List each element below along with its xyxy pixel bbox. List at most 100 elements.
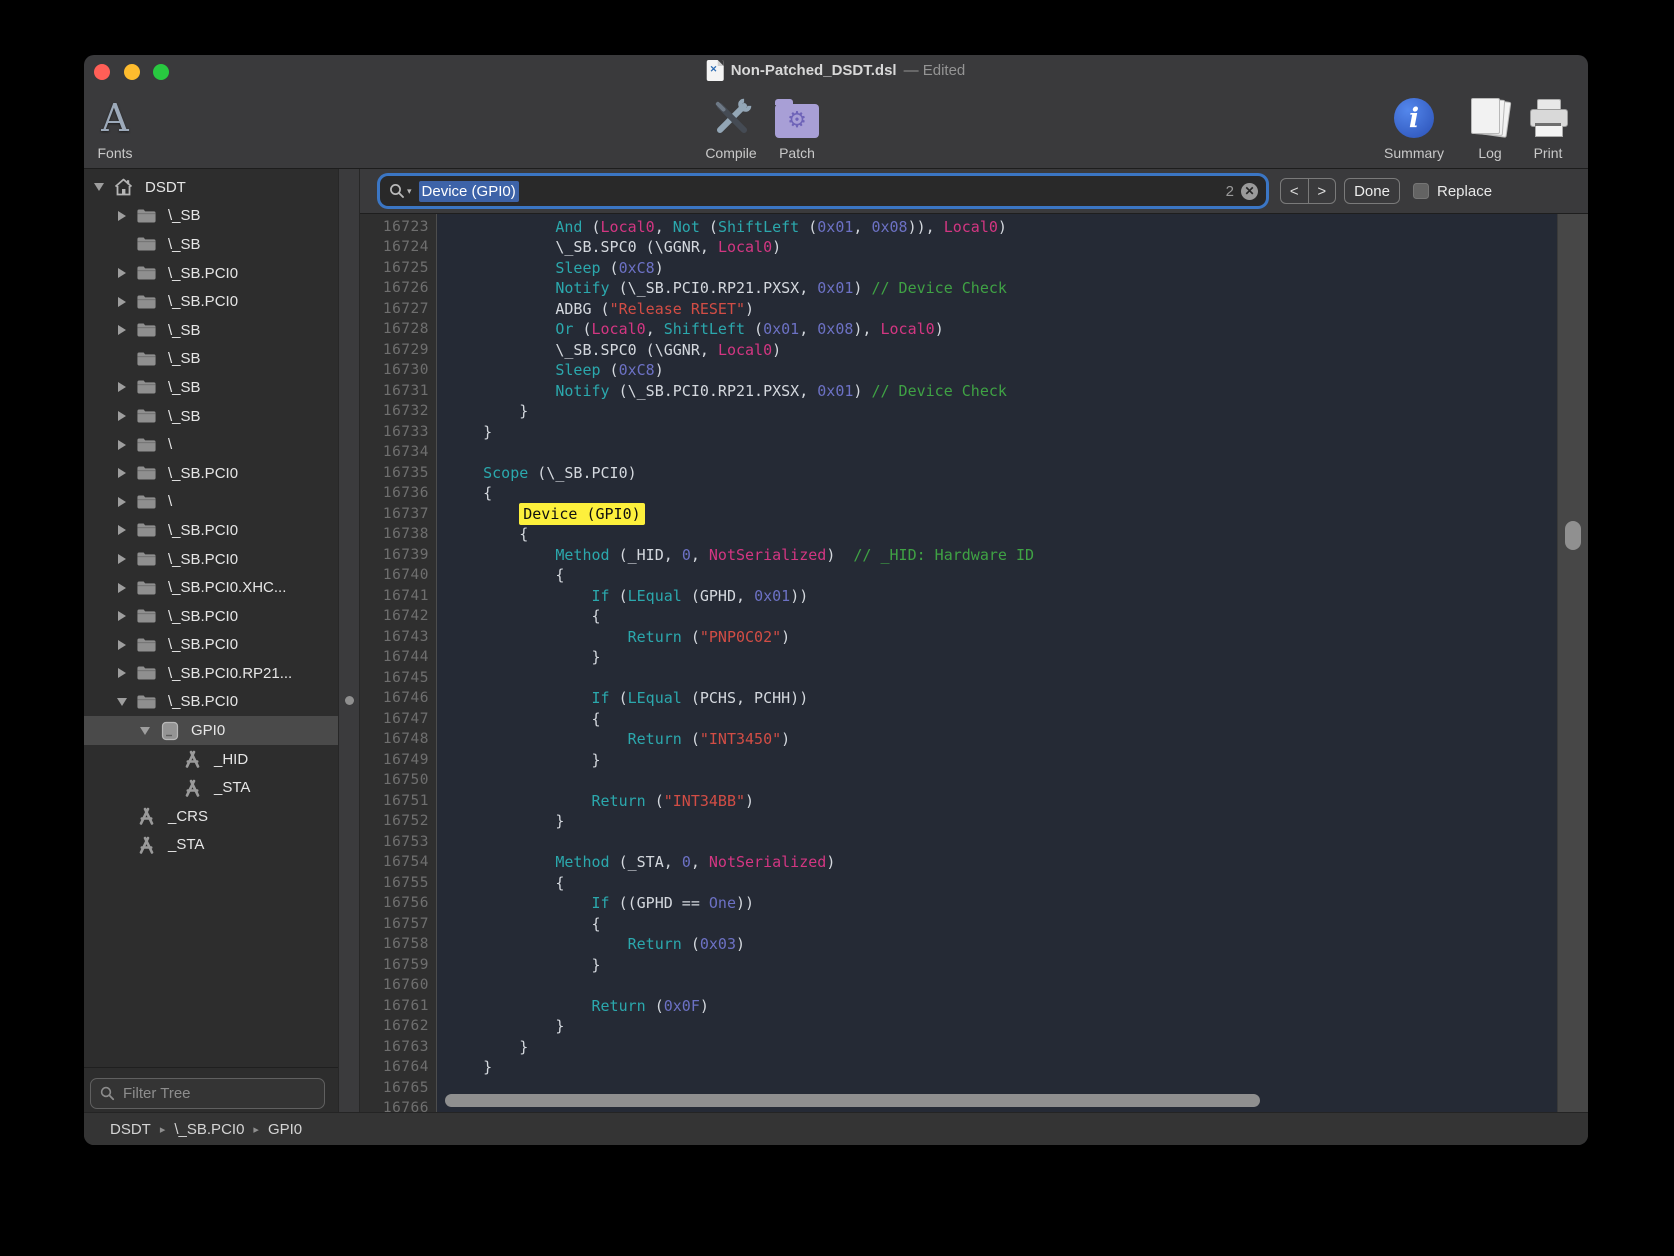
search-scope-chevron-icon[interactable]: ▾ xyxy=(407,186,412,197)
disclosure-triangle[interactable] xyxy=(114,440,130,450)
tree-item-_SBPCI0[interactable]: \_SB.PCI0 xyxy=(84,545,338,574)
patch-label: Patch xyxy=(779,145,815,161)
disclosure-triangle[interactable] xyxy=(114,411,130,421)
disclosure-triangle[interactable] xyxy=(114,497,130,507)
tree-item-_SBPCI0[interactable]: \_SB.PCI0 xyxy=(84,259,338,288)
tree-item-_SB[interactable]: \_SB xyxy=(84,402,338,431)
line-number: 16737 xyxy=(360,504,429,525)
tree-item-_STA[interactable]: _STA xyxy=(84,831,338,860)
disclosure-triangle[interactable] xyxy=(114,668,130,678)
tree-item-label: \_SB.PCI0 xyxy=(168,265,238,282)
tree-item-label: _STA xyxy=(168,836,204,853)
code-line: } xyxy=(447,750,1557,771)
breadcrumb-item[interactable]: DSDT xyxy=(110,1121,151,1138)
line-number: 16766 xyxy=(360,1098,429,1112)
tree-item-_SB[interactable]: \_SB xyxy=(84,373,338,402)
line-number: 16736 xyxy=(360,483,429,504)
code-editor[interactable]: And (Local0, Not (ShiftLeft (0x01, 0x08)… xyxy=(437,214,1557,1112)
disclosure-triangle[interactable] xyxy=(114,583,130,593)
summary-label: Summary xyxy=(1384,145,1444,161)
disclosure-triangle[interactable] xyxy=(114,268,130,278)
tree-item-label: GPI0 xyxy=(191,722,225,739)
find-previous-button[interactable]: < xyxy=(1281,179,1309,203)
tree-item-_SBPCI0[interactable]: \_SB.PCI0 xyxy=(84,459,338,488)
code-line: Method (_STA, 0, NotSerialized) xyxy=(447,852,1557,873)
line-number: 16730 xyxy=(360,360,429,381)
tree-item-DSDT[interactable]: DSDT xyxy=(84,173,338,202)
disclosure-triangle[interactable] xyxy=(114,698,130,706)
filter-tree-input[interactable]: Filter Tree xyxy=(90,1078,325,1109)
line-number: 16725 xyxy=(360,258,429,279)
tree-item-_SB[interactable]: \_SB xyxy=(84,316,338,345)
tree-item-[interactable]: \ xyxy=(84,430,338,459)
code-line: Scope (\_SB.PCI0) xyxy=(447,463,1557,484)
horizontal-scrollbar-thumb[interactable] xyxy=(445,1094,1260,1107)
code-line: Return ("PNP0C02") xyxy=(447,627,1557,648)
disclosure-triangle[interactable] xyxy=(114,611,130,621)
line-number: 16726 xyxy=(360,278,429,299)
search-match-highlight: Device (GPI0) xyxy=(519,503,644,525)
disclosure-triangle[interactable] xyxy=(114,297,130,307)
disclosure-triangle[interactable] xyxy=(114,382,130,392)
done-button[interactable]: Done xyxy=(1344,178,1400,204)
window-title-edited: — Edited xyxy=(904,62,966,79)
log-label: Log xyxy=(1478,145,1501,161)
disclosure-triangle[interactable] xyxy=(137,727,153,735)
replace-checkbox[interactable] xyxy=(1413,183,1429,199)
splitter-handle-icon[interactable] xyxy=(345,696,354,705)
line-number: 16757 xyxy=(360,914,429,935)
disclosure-triangle[interactable] xyxy=(114,640,130,650)
tree-item-_SBPCI0[interactable]: \_SB.PCI0 xyxy=(84,602,338,631)
clear-search-icon[interactable]: ✕ xyxy=(1241,183,1258,200)
tree-item-_SBPCI0[interactable]: \_SB.PCI0 xyxy=(84,631,338,660)
breadcrumb-item[interactable]: \_SB.PCI0 xyxy=(174,1121,244,1138)
find-next-button[interactable]: > xyxy=(1309,179,1336,203)
tree-item-label: \_SB.PCI0.XHC... xyxy=(168,579,286,596)
tree-item-_SB[interactable]: \_SB xyxy=(84,202,338,231)
line-number: 16729 xyxy=(360,340,429,361)
zoom-button[interactable] xyxy=(153,64,169,80)
line-number: 16755 xyxy=(360,873,429,894)
tree-item-_SBPCI0RP21[interactable]: \_SB.PCI0.RP21... xyxy=(84,659,338,688)
code-line: } xyxy=(447,401,1557,422)
disclosure-triangle[interactable] xyxy=(114,525,130,535)
tree-item-_SB[interactable]: \_SB xyxy=(84,230,338,259)
vertical-scrollbar-thumb[interactable] xyxy=(1565,521,1581,550)
close-button[interactable] xyxy=(94,64,110,80)
line-number: 16735 xyxy=(360,463,429,484)
breadcrumb-separator-icon: ▸ xyxy=(253,1123,259,1136)
vertical-scrollbar[interactable] xyxy=(1557,214,1588,1112)
tree-item-_STA[interactable]: _STA xyxy=(84,773,338,802)
search-input[interactable]: ▾ Device (GPI0) 2 ✕ xyxy=(380,176,1266,206)
disclosure-triangle[interactable] xyxy=(91,183,107,191)
code-line: \_SB.SPC0 (\GGNR, Local0) xyxy=(447,237,1557,258)
patch-button[interactable]: ⚙ Patch xyxy=(752,94,842,161)
tree-item-_SB[interactable]: \_SB xyxy=(84,345,338,374)
disclosure-triangle[interactable] xyxy=(114,468,130,478)
breadcrumb-separator-icon: ▸ xyxy=(160,1123,166,1136)
disclosure-triangle[interactable] xyxy=(114,554,130,564)
code-line: } xyxy=(447,811,1557,832)
tree-item-_CRS[interactable]: _CRS xyxy=(84,802,338,831)
folder-icon xyxy=(136,663,157,684)
folder-icon xyxy=(136,320,157,341)
fonts-icon: A xyxy=(101,94,128,142)
tree-item-_SBPCI0[interactable]: \_SB.PCI0 xyxy=(84,688,338,717)
tree-item-_SBPCI0[interactable]: \_SB.PCI0 xyxy=(84,516,338,545)
breadcrumb-item[interactable]: GPI0 xyxy=(268,1121,302,1138)
folder-icon xyxy=(136,491,157,512)
print-button[interactable]: Print xyxy=(1503,94,1588,161)
tree-item-_SBPCI0[interactable]: \_SB.PCI0 xyxy=(84,287,338,316)
tree-item-_HID[interactable]: _HID xyxy=(84,745,338,774)
disclosure-triangle[interactable] xyxy=(114,211,130,221)
pane-splitter[interactable] xyxy=(338,169,360,1112)
tree-item-_SBPCI0XHC[interactable]: \_SB.PCI0.XHC... xyxy=(84,573,338,602)
find-bar: ▾ Device (GPI0) 2 ✕ < > Done Replace xyxy=(360,169,1588,213)
fonts-button[interactable]: A Fonts xyxy=(84,94,160,161)
document-icon: ✕ xyxy=(707,60,724,81)
disclosure-triangle[interactable] xyxy=(114,325,130,335)
minimize-button[interactable] xyxy=(124,64,140,80)
code-line: And (Local0, Not (ShiftLeft (0x01, 0x08)… xyxy=(447,217,1557,238)
tree-item-[interactable]: \ xyxy=(84,488,338,517)
tree-item-GPI0[interactable]: GPI0 xyxy=(84,716,338,745)
